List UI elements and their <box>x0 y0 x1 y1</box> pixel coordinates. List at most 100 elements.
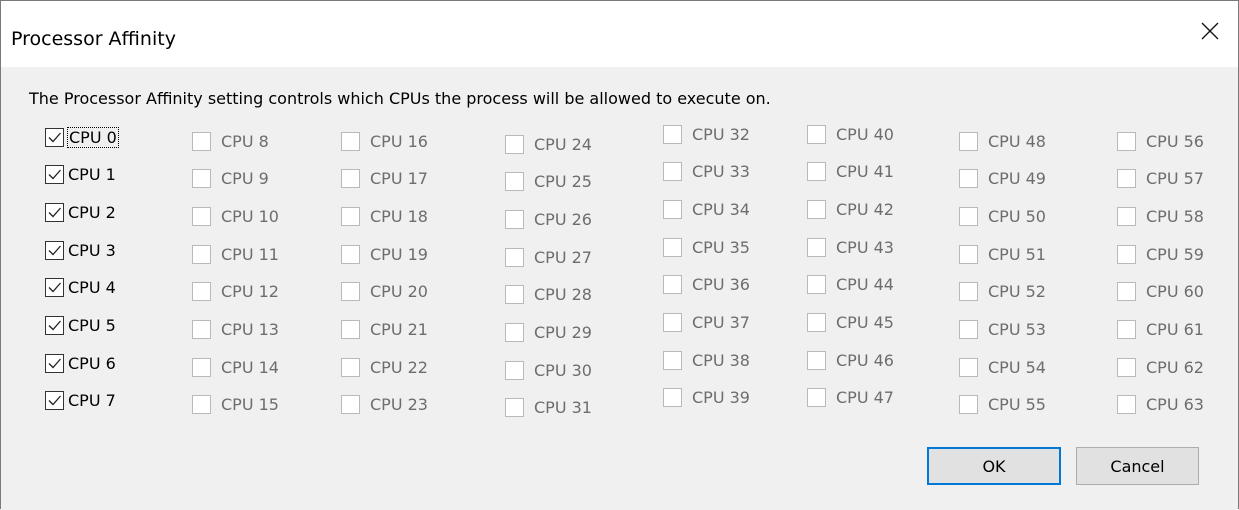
checkbox-box[interactable] <box>45 353 64 373</box>
checkbox-box <box>505 397 524 417</box>
cpu-checkbox-12: CPU 12 <box>192 278 279 304</box>
cpu-label: CPU 9 <box>221 168 269 188</box>
cpu-checkbox-30: CPU 30 <box>505 357 592 383</box>
checkmark-icon <box>48 395 61 405</box>
cpu-checkbox-6[interactable]: CPU 6 <box>45 350 116 376</box>
cpu-label: CPU 17 <box>370 168 428 188</box>
cpu-label: CPU 19 <box>370 244 428 264</box>
checkbox-box <box>1117 244 1136 264</box>
cpu-label: CPU 18 <box>370 206 428 226</box>
cpu-label: CPU 53 <box>988 319 1046 339</box>
cpu-label: CPU 6 <box>68 353 116 373</box>
checkbox-box <box>192 131 211 151</box>
checkbox-box <box>192 319 211 339</box>
checkbox-box[interactable] <box>45 164 64 184</box>
cpu-checkbox-1[interactable]: CPU 1 <box>45 161 116 187</box>
checkbox-box <box>341 394 360 414</box>
cpu-label: CPU 15 <box>221 394 279 414</box>
cpu-checkbox-38: CPU 38 <box>663 347 750 373</box>
cpu-label: CPU 5 <box>68 315 116 335</box>
cpu-label: CPU 16 <box>370 131 428 151</box>
cpu-label: CPU 47 <box>836 387 894 407</box>
cpu-checkbox-4[interactable]: CPU 4 <box>45 274 116 300</box>
cpu-checkbox-31: CPU 31 <box>505 394 592 420</box>
cpu-label: CPU 39 <box>692 387 750 407</box>
cpu-checkbox-5[interactable]: CPU 5 <box>45 312 116 338</box>
checkmark-icon <box>48 282 61 292</box>
cpu-checkbox-19: CPU 19 <box>341 241 428 267</box>
cpu-label: CPU 52 <box>988 281 1046 301</box>
cpu-label: CPU 46 <box>836 350 894 370</box>
cpu-label: CPU 23 <box>370 394 428 414</box>
cpu-checkbox-3[interactable]: CPU 3 <box>45 237 116 263</box>
cpu-label: CPU 58 <box>1146 206 1204 226</box>
checkbox-box <box>505 247 524 267</box>
cpu-label: CPU 38 <box>692 350 750 370</box>
cpu-label: CPU 35 <box>692 237 750 257</box>
checkbox-box <box>192 206 211 226</box>
cpu-label: CPU 32 <box>692 124 750 144</box>
checkbox-box <box>192 394 211 414</box>
close-button[interactable] <box>1186 7 1238 55</box>
cpu-checkbox-43: CPU 43 <box>807 234 894 260</box>
checkbox-box <box>959 206 978 226</box>
cpu-label: CPU 21 <box>370 319 428 339</box>
cpu-checkbox-0[interactable]: CPU 0 <box>45 124 119 150</box>
checkbox-box <box>505 209 524 229</box>
cpu-label: CPU 13 <box>221 319 279 339</box>
cpu-label: CPU 59 <box>1146 244 1204 264</box>
checkmark-icon <box>48 132 61 142</box>
checkbox-box[interactable] <box>45 127 64 147</box>
title-bar: Processor Affinity <box>1 1 1238 67</box>
checkbox-box <box>663 350 682 370</box>
cpu-checkbox-23: CPU 23 <box>341 391 428 417</box>
cpu-checkbox-45: CPU 45 <box>807 309 894 335</box>
cpu-checkbox-42: CPU 42 <box>807 196 894 222</box>
checkmark-icon <box>48 320 61 330</box>
cpu-checkbox-33: CPU 33 <box>663 158 750 184</box>
cpu-label: CPU 3 <box>68 240 116 260</box>
checkbox-box[interactable] <box>45 277 64 297</box>
cpu-checkbox-2[interactable]: CPU 2 <box>45 199 116 225</box>
checkbox-box[interactable] <box>45 390 64 410</box>
cancel-button[interactable]: Cancel <box>1076 447 1199 485</box>
cpu-checkbox-14: CPU 14 <box>192 354 279 380</box>
cpu-label: CPU 22 <box>370 357 428 377</box>
cpu-checkbox-32: CPU 32 <box>663 121 750 147</box>
ok-button[interactable]: OK <box>927 447 1061 485</box>
checkbox-box <box>505 360 524 380</box>
cpu-label: CPU 1 <box>68 164 116 184</box>
cpu-checkbox-35: CPU 35 <box>663 234 750 260</box>
cpu-checkbox-56: CPU 56 <box>1117 128 1204 154</box>
cpu-label: CPU 28 <box>534 284 592 304</box>
cpu-checkbox-16: CPU 16 <box>341 128 428 154</box>
cpu-checkbox-57: CPU 57 <box>1117 165 1204 191</box>
cpu-label: CPU 31 <box>534 397 592 417</box>
cpu-label: CPU 11 <box>221 244 279 264</box>
cpu-checkbox-53: CPU 53 <box>959 316 1046 342</box>
checkbox-box <box>1117 281 1136 301</box>
cpu-label: CPU 63 <box>1146 394 1204 414</box>
checkbox-box[interactable] <box>45 240 64 260</box>
checkbox-box <box>807 199 826 219</box>
window-title: Processor Affinity <box>11 28 176 50</box>
cpu-checkbox-59: CPU 59 <box>1117 241 1204 267</box>
checkbox-box <box>341 244 360 264</box>
checkbox-box <box>663 237 682 257</box>
checkbox-box <box>807 161 826 181</box>
cpu-checkbox-48: CPU 48 <box>959 128 1046 154</box>
cpu-checkbox-7[interactable]: CPU 7 <box>45 387 116 413</box>
checkbox-box <box>341 319 360 339</box>
checkbox-box[interactable] <box>45 315 64 335</box>
cpu-checkbox-27: CPU 27 <box>505 244 592 270</box>
checkbox-box[interactable] <box>45 202 64 222</box>
checkbox-box <box>1117 206 1136 226</box>
cpu-checkbox-10: CPU 10 <box>192 203 279 229</box>
cpu-checkbox-51: CPU 51 <box>959 241 1046 267</box>
cpu-label: CPU 33 <box>692 161 750 181</box>
cpu-checkbox-39: CPU 39 <box>663 384 750 410</box>
cpu-checkbox-41: CPU 41 <box>807 158 894 184</box>
cpu-label: CPU 2 <box>68 202 116 222</box>
cpu-checkbox-50: CPU 50 <box>959 203 1046 229</box>
checkmark-icon <box>48 358 61 368</box>
